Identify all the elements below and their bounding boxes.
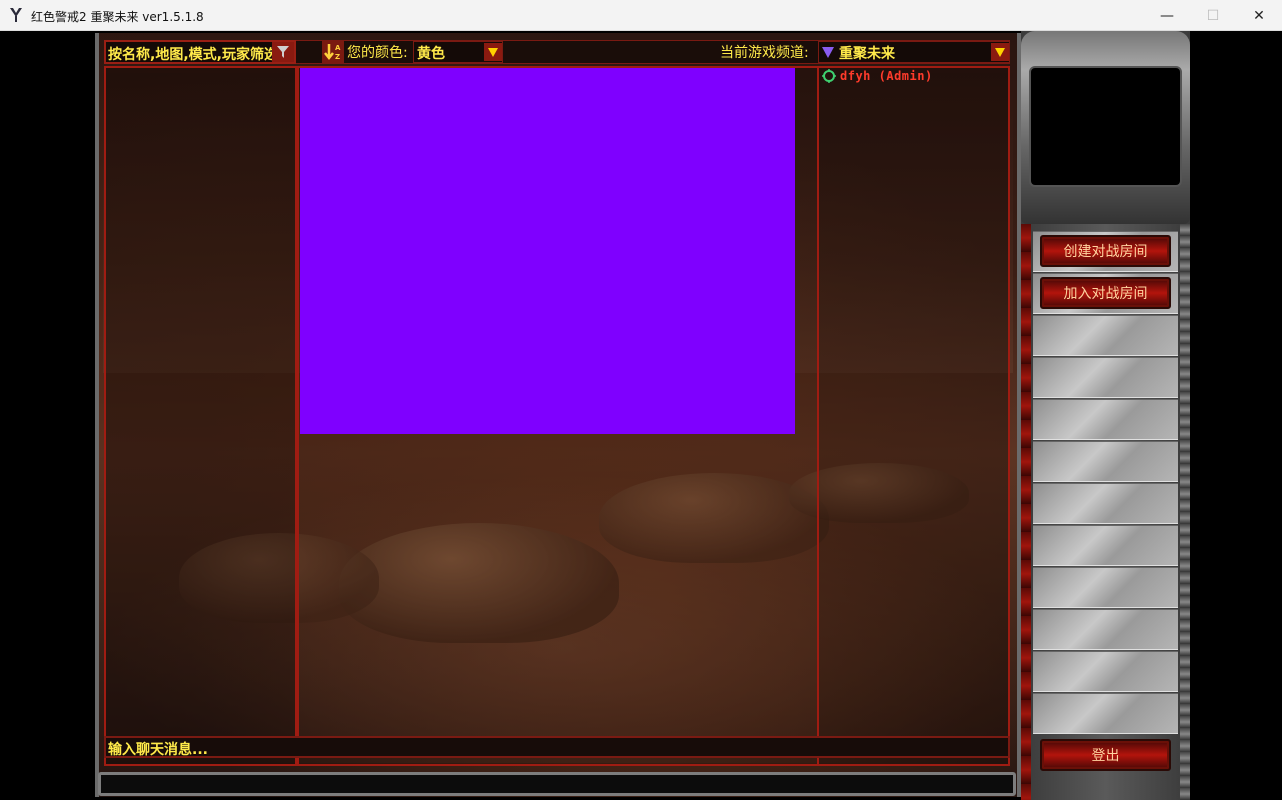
channel-label: 当前游戏频道:: [720, 45, 809, 61]
game-room-list[interactable]: [104, 66, 297, 766]
color-label: 您的颜色:: [347, 45, 408, 61]
sort-az-icon[interactable]: A Z: [322, 41, 344, 63]
chat-message-area: [300, 68, 795, 434]
player-list-item[interactable]: dfyh (Admin): [822, 68, 933, 84]
sidebar-slot: [1033, 609, 1178, 650]
sidebar-slot: [1033, 441, 1178, 482]
svg-text:A: A: [335, 44, 341, 52]
sidebar-strip: [1180, 224, 1190, 800]
player-list[interactable]: [817, 66, 1010, 766]
sidebar-slot: [1033, 315, 1178, 356]
game-filter-input[interactable]: 按名称,地图,模式,玩家筛选: [104, 40, 296, 64]
chat-input[interactable]: 输入聊天消息...: [104, 736, 1010, 758]
channel-icon: [822, 47, 834, 58]
triangle-down-icon[interactable]: [991, 43, 1009, 61]
color-value: 黄色: [417, 46, 445, 62]
sidebar-strip: [1021, 224, 1031, 800]
sidebar-slot: [1033, 399, 1178, 440]
funnel-icon[interactable]: [272, 42, 294, 62]
maximize-button[interactable]: ☐: [1190, 0, 1236, 31]
sidebar-slot: [1033, 525, 1178, 566]
title-bar: 红色警戒2 重聚未来 ver1.5.1.8 — ☐ ✕: [0, 0, 1282, 31]
sidebar-slot: [1033, 693, 1178, 734]
logout-button[interactable]: 登出: [1040, 739, 1171, 771]
app-icon: [10, 8, 22, 22]
channel-value: 重聚未来: [839, 46, 895, 62]
target-icon: [822, 69, 836, 83]
color-select[interactable]: 黄色: [413, 41, 503, 63]
sidebar-slot: [1033, 483, 1178, 524]
close-button[interactable]: ✕: [1236, 0, 1282, 31]
svg-text:Z: Z: [335, 53, 340, 61]
sidebar-slot: [1033, 357, 1178, 398]
filter-placeholder: 按名称,地图,模式,玩家筛选: [108, 47, 273, 63]
radar-screen: [1029, 66, 1182, 187]
window-title: 红色警戒2 重聚未来 ver1.5.1.8: [31, 10, 204, 24]
minimize-button[interactable]: —: [1144, 0, 1190, 31]
chat-placeholder: 输入聊天消息...: [108, 742, 208, 758]
join-room-button[interactable]: 加入对战房间: [1040, 277, 1171, 309]
create-room-button[interactable]: 创建对战房间: [1040, 235, 1171, 267]
triangle-down-icon[interactable]: [484, 43, 502, 61]
sidebar-slot: [1033, 567, 1178, 608]
player-name: dfyh (Admin): [840, 69, 933, 83]
status-bar: [98, 772, 1016, 796]
sidebar-slot: [1033, 651, 1178, 692]
channel-select[interactable]: 重聚未来: [818, 41, 1010, 63]
